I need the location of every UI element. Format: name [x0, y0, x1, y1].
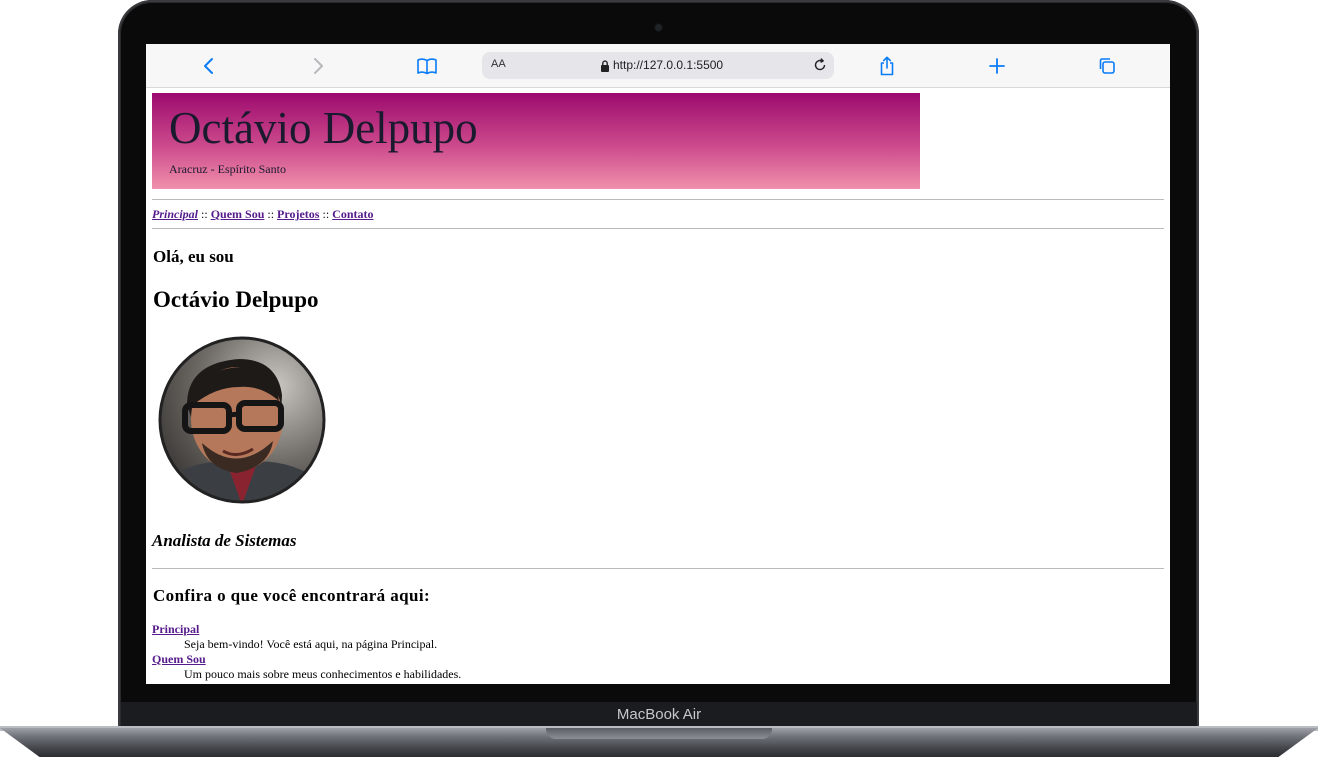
nav-link-principal[interactable]: Principal [152, 207, 198, 221]
site-location: Aracruz - Espírito Santo [169, 162, 286, 176]
divider [152, 199, 1164, 200]
section-description: Seja bem-vindo! Você está aqui, na págin… [184, 637, 438, 651]
laptop-hinge-notch [546, 728, 772, 739]
address-bar[interactable]: AA http://127.0.0.1:5500 [482, 52, 834, 79]
share-icon[interactable] [876, 55, 898, 77]
tabs-icon[interactable] [1096, 55, 1118, 77]
reload-icon[interactable] [812, 57, 828, 73]
web-page: Octávio Delpupo Aracruz - Espírito Santo… [146, 87, 1170, 684]
nav-separator: :: [267, 207, 275, 221]
section-description: Um pouco mais sobre meus conhecimentos e… [184, 667, 462, 681]
browser-toolbar: AA http://127.0.0.1:5500 [146, 44, 1170, 88]
divider [152, 568, 1164, 569]
profile-photo [157, 335, 327, 505]
header-banner: Octávio Delpupo Aracruz - Espírito Santo [152, 93, 920, 189]
camera-icon [655, 24, 662, 31]
device-brand-label: MacBook Air [616, 706, 702, 723]
bookmarks-icon[interactable] [416, 55, 438, 77]
text-size-button[interactable]: AA [491, 58, 506, 70]
divider [152, 228, 1164, 229]
url-text: http://127.0.0.1:5500 [613, 58, 724, 72]
sections-list: Principal Seja bem-vindo! Você está aqui… [152, 622, 461, 682]
sections-heading: Confira o que você encontrará aqui: [153, 586, 431, 605]
nav-separator: :: [201, 207, 208, 221]
role-heading: Analista de Sistemas [152, 531, 297, 550]
nav-link-contato[interactable]: Contato [332, 207, 373, 221]
forward-icon[interactable] [307, 55, 329, 77]
name-heading: Octávio Delpupo [153, 287, 319, 312]
nav-link-projetos[interactable]: Projetos [277, 207, 319, 221]
site-title: Octávio Delpupo [169, 103, 478, 153]
section-link-principal[interactable]: Principal [152, 622, 461, 637]
new-tab-icon[interactable] [986, 55, 1008, 77]
lock-icon [600, 59, 610, 72]
nav-separator: :: [322, 207, 330, 221]
back-icon[interactable] [198, 55, 220, 77]
nav-link-quem-sou[interactable]: Quem Sou [211, 207, 265, 221]
section-link-quem-sou[interactable]: Quem Sou [152, 652, 461, 667]
main-nav: Principal :: Quem Sou :: Projetos :: Con… [152, 207, 374, 222]
greeting-heading: Olá, eu sou [153, 247, 234, 266]
browser-screen: AA http://127.0.0.1:5500 Octávio Delpupo… [146, 44, 1170, 684]
